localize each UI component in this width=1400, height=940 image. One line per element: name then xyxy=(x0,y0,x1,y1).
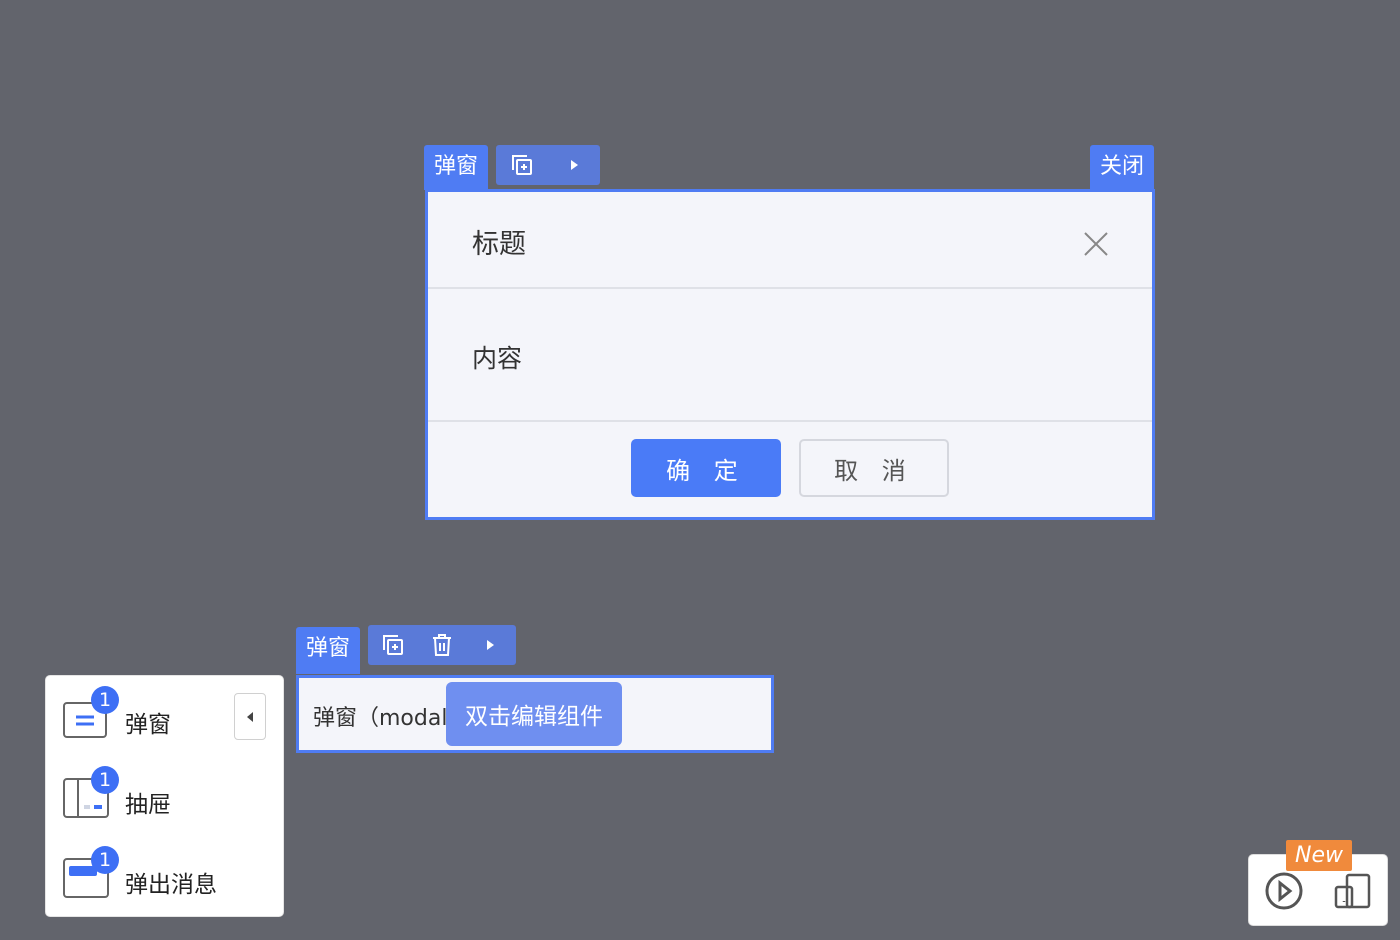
trash-icon xyxy=(433,634,451,656)
caret-right-icon xyxy=(487,640,494,650)
panel-item-message[interactable]: 1 弹出消息 xyxy=(46,841,276,901)
device-icon[interactable] xyxy=(1333,871,1373,911)
modal-toolbar xyxy=(496,145,600,185)
card-selection-tag[interactable]: 弹窗 xyxy=(296,627,360,674)
count-badge: 1 xyxy=(91,686,119,714)
close-icon xyxy=(1084,232,1108,256)
panel-item-drawer[interactable]: 1 抽屉 xyxy=(46,761,276,821)
panel-item-label: 弹窗 xyxy=(125,712,171,738)
caret-right-icon xyxy=(571,160,578,170)
modal-header: 标题 xyxy=(428,192,1152,289)
component-name: 弹窗（modal_ xyxy=(313,706,459,731)
modal-footer: 确 定 取 消 xyxy=(428,422,1152,517)
modal-title: 标题 xyxy=(472,229,526,260)
more-button[interactable] xyxy=(466,625,514,665)
panel-item-label: 抽屉 xyxy=(125,792,171,818)
caret-left-icon xyxy=(247,711,253,722)
delete-button[interactable] xyxy=(418,625,466,665)
count-badge: 1 xyxy=(91,766,119,794)
confirm-button[interactable]: 确 定 xyxy=(631,439,781,497)
edit-hint-tooltip: 双击编辑组件 xyxy=(446,682,622,746)
modal-preview[interactable]: 标题 内容 确 定 取 消 xyxy=(425,189,1155,520)
more-button[interactable] xyxy=(548,145,600,185)
copy-icon xyxy=(512,155,532,175)
modal-body: 内容 xyxy=(428,289,1152,422)
count-badge: 1 xyxy=(91,846,119,874)
panel-item-label: 弹出消息 xyxy=(125,872,217,898)
copy-icon xyxy=(383,635,403,655)
modal-close-button[interactable] xyxy=(1081,229,1111,259)
modal-selection-tag[interactable]: 弹窗 xyxy=(424,145,488,190)
close-tag[interactable]: 关闭 xyxy=(1090,145,1154,190)
modal-content: 内容 xyxy=(472,344,523,373)
card-toolbar xyxy=(368,625,516,665)
play-circle-icon[interactable] xyxy=(1264,871,1304,911)
new-badge: New xyxy=(1286,840,1352,871)
cancel-button[interactable]: 取 消 xyxy=(799,439,949,497)
copy-button[interactable] xyxy=(368,625,418,665)
copy-button[interactable] xyxy=(496,145,548,185)
panel-collapse-button[interactable] xyxy=(234,693,266,740)
